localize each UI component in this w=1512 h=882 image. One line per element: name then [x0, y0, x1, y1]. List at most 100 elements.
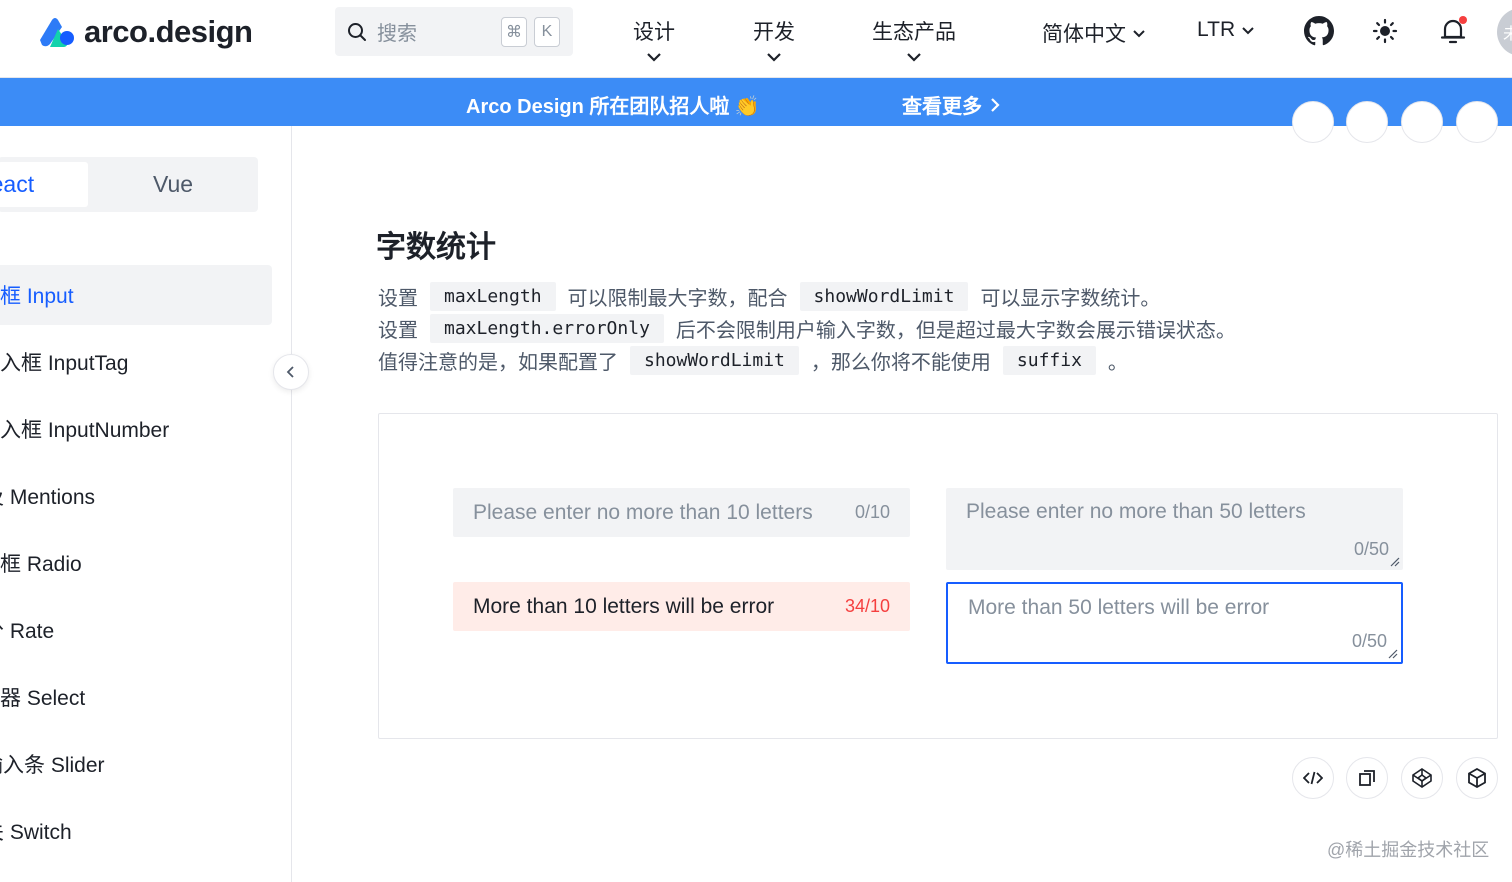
sidebar-item-inputtag[interactable]: 标签输入框 InputTag	[0, 332, 272, 392]
kbd-k: K	[534, 17, 560, 47]
avatar[interactable]: 未	[1497, 8, 1512, 56]
desc-line-3: 值得注意的是，如果配置了 showWordLimit ，那么你将不能使用 suf…	[378, 346, 1128, 375]
input-error-only[interactable]: More than 10 letters will be error 34/10	[453, 582, 910, 631]
framework-react-tab[interactable]: React	[0, 162, 88, 207]
textarea-placeholder: More than 50 letters will be error	[968, 596, 1270, 619]
search-icon	[348, 22, 366, 41]
resize-grip-icon[interactable]	[1388, 649, 1398, 659]
codesandbox-button[interactable]	[1456, 757, 1498, 799]
desc-line-1: 设置 maxLength 可以限制最大字数，配合 showWordLimit 可…	[378, 282, 1160, 311]
sidebar-item-switch[interactable]: 开关 Switch	[0, 801, 272, 861]
framework-react-label: React	[0, 171, 35, 197]
language-select[interactable]: 简体中文	[1042, 18, 1146, 48]
sidebar-item-radio[interactable]: 单选框 Radio	[0, 533, 272, 593]
sidebar-collapse-button[interactable]	[273, 354, 309, 390]
input-placeholder: Please enter no more than 10 letters	[473, 500, 813, 524]
language-label: 简体中文	[1042, 23, 1126, 46]
sidebar: React Vue 输入框 Input 标签输入框 InputTag 数字输入框…	[0, 126, 292, 882]
sidebar-item-label: 提及 Mentions	[0, 486, 96, 509]
codesandbox-icon	[1468, 768, 1486, 788]
banner-link-label: 查看更多	[902, 96, 982, 118]
desc-text: 设置	[378, 288, 418, 310]
nav-develop-label: 开发	[753, 21, 795, 44]
watermark: @稀土掘金技术社区	[1327, 840, 1490, 860]
chevron-down-icon	[1133, 29, 1145, 37]
logo[interactable]: arco.design	[36, 14, 253, 50]
codesandbox-button[interactable]	[1456, 101, 1498, 143]
sidebar-item-label: 滑动输入条 Slider	[0, 754, 105, 777]
sidebar-item-label: 单选框 Radio	[0, 553, 82, 576]
desc-text: 后不会限制用户输入字数，但是超过最大字数会展示错误状态。	[675, 320, 1236, 342]
sidebar-item-label: 输入框 Input	[0, 285, 74, 308]
code-snippet: maxLength	[430, 282, 556, 311]
desc-text: 设置	[378, 320, 418, 342]
recruit-banner: Arco Design 所在团队招人啦 👏 查看更多	[0, 78, 1512, 126]
input-max-10[interactable]: Please enter no more than 10 letters 0/1…	[453, 488, 910, 537]
banner-text: Arco Design 所在团队招人啦 👏	[466, 96, 760, 118]
input-value: More than 10 letters will be error	[473, 594, 775, 618]
chevron-down-icon	[647, 53, 661, 62]
chevron-left-icon	[286, 366, 294, 378]
textarea-max-50[interactable]: Please enter no more than 50 letters 0/5…	[946, 488, 1403, 570]
code-toggle-button[interactable]	[1292, 101, 1334, 143]
nav-design[interactable]: 设计	[633, 16, 675, 62]
sidebar-item-label: 开关 Switch	[0, 821, 72, 844]
search-box[interactable]: 搜索 ⌘ K	[335, 7, 573, 56]
direction-label: LTR	[1197, 18, 1236, 41]
code-snippet: showWordLimit	[799, 282, 969, 311]
copy-button[interactable]	[1346, 757, 1388, 799]
sidebar-item-inputnumber[interactable]: 数字输入框 InputNumber	[0, 399, 272, 459]
textarea-error-only[interactable]: More than 50 letters will be error 0/50	[946, 582, 1403, 664]
sidebar-item-label: 评分 Rate	[0, 620, 55, 643]
github-icon[interactable]	[1302, 14, 1336, 48]
arco-logo-icon	[40, 18, 74, 47]
copy-icon	[1359, 770, 1375, 786]
desc-text: 可以限制最大字数，配合	[567, 288, 788, 310]
kbd-cmd: ⌘	[501, 17, 527, 47]
chevron-down-icon	[1242, 26, 1254, 34]
chevron-right-icon	[991, 97, 1000, 112]
copy-button[interactable]	[1346, 101, 1388, 143]
demo-preview-box: Please enter no more than 10 letters 0/1…	[378, 413, 1498, 739]
codepen-button[interactable]	[1401, 757, 1443, 799]
direction-select[interactable]: LTR	[1197, 18, 1255, 42]
search-placeholder: 搜索	[377, 23, 417, 45]
desc-text: 值得注意的是，如果配置了	[378, 352, 618, 374]
sidebar-item-mentions[interactable]: 提及 Mentions	[0, 466, 272, 526]
resize-grip-icon[interactable]	[1390, 557, 1400, 567]
desc-text: 可以显示字数统计。	[980, 288, 1161, 310]
sidebar-item-input[interactable]: 输入框 Input	[0, 265, 272, 325]
bell-notification-icon[interactable]	[1436, 14, 1470, 48]
nav-develop[interactable]: 开发	[753, 16, 795, 62]
word-count-error: 34/10	[844, 596, 890, 616]
banner-more-link[interactable]: 查看更多	[902, 90, 1000, 119]
textarea-placeholder: Please enter no more than 50 letters	[966, 500, 1306, 523]
sidebar-item-label: 选择器 Select	[0, 687, 86, 710]
section-title: 字数统计	[376, 231, 496, 264]
framework-vue-label: Vue	[152, 171, 194, 197]
chevron-down-icon	[767, 53, 781, 62]
code-snippet: showWordLimit	[630, 346, 799, 375]
codepen-button[interactable]	[1401, 101, 1443, 143]
desc-line-2: 设置 maxLength.errorOnly 后不会限制用户输入字数，但是超过最…	[378, 314, 1236, 343]
chevron-down-icon	[907, 53, 921, 62]
sidebar-item-label: 标签输入框 InputTag	[0, 352, 129, 375]
word-count: 0/50	[1353, 539, 1389, 559]
desc-text: ，那么你将不能使用	[810, 352, 991, 374]
code-snippet: maxLength.errorOnly	[430, 314, 664, 343]
framework-vue-tab[interactable]: Vue	[90, 162, 256, 207]
codepen-icon	[1412, 768, 1432, 788]
code-icon	[1303, 771, 1323, 785]
nav-design-label: 设计	[633, 21, 675, 44]
code-toggle-button[interactable]	[1292, 757, 1334, 799]
framework-switcher: React Vue	[0, 157, 258, 212]
sidebar-item-slider[interactable]: 滑动输入条 Slider	[0, 734, 272, 794]
sidebar-item-rate[interactable]: 评分 Rate	[0, 600, 272, 660]
sun-theme-icon[interactable]	[1368, 14, 1402, 48]
code-snippet: suffix	[1002, 346, 1096, 375]
logo-text: arco.design	[84, 14, 253, 49]
sidebar-item-label: 数字输入框 InputNumber	[0, 419, 170, 442]
nav-ecosystem[interactable]: 生态产品	[872, 16, 956, 62]
sidebar-item-select[interactable]: 选择器 Select	[0, 667, 272, 727]
desc-text: 。	[1107, 352, 1128, 374]
